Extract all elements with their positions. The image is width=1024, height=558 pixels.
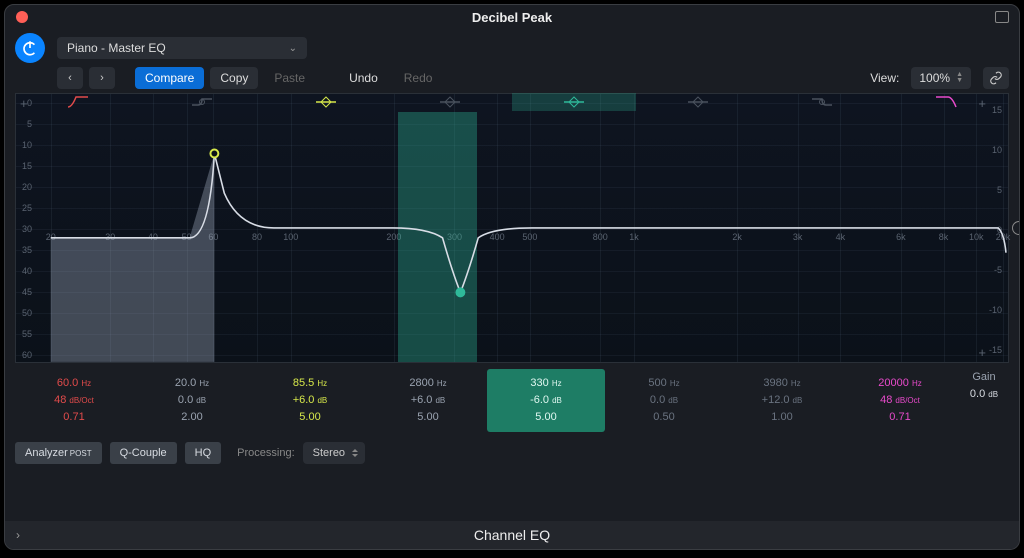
band-params-row: 60.0 Hz48 dB/Oct0.7120.0 Hz0.0 dB2.0085.… — [15, 369, 1009, 432]
zoom-selector[interactable]: 100% ▲▼ — [911, 67, 971, 89]
link-icon — [989, 71, 1003, 85]
link-button[interactable] — [983, 67, 1009, 89]
plugin-title: Channel EQ — [31, 527, 993, 543]
undo-button[interactable]: Undo — [339, 67, 388, 89]
view-label: View: — [870, 71, 899, 85]
footer: › Channel EQ — [5, 521, 1019, 549]
power-button[interactable] — [15, 33, 45, 63]
processing-dropdown[interactable]: Stereo — [303, 442, 365, 464]
band-params-col[interactable]: 20.0 Hz0.0 dB2.00 — [133, 369, 251, 432]
zoom-value: 100% — [919, 71, 950, 85]
copy-button[interactable]: Copy — [210, 67, 258, 89]
next-preset-button[interactable]: › — [89, 67, 115, 89]
analyzer-button[interactable]: AnalyzerPOST — [15, 442, 102, 464]
window-title: Decibel Peak — [5, 10, 1019, 25]
eq-graph[interactable]: + + + 051015202530354045505560 151050-5-… — [15, 93, 1009, 363]
band-params-col[interactable]: 20000 Hz48 dB/Oct0.71 — [841, 369, 959, 432]
preset-name: Piano - Master EQ — [67, 41, 166, 55]
preset-selector[interactable]: Piano - Master EQ ⌄ — [57, 37, 307, 59]
maximize-icon[interactable] — [995, 11, 1009, 23]
band-params-col[interactable]: 500 Hz0.0 dB0.50 — [605, 369, 723, 432]
bottom-options-bar: AnalyzerPOST Q-Couple HQ Processing: Ste… — [15, 442, 1009, 464]
band-params-col[interactable]: 3980 Hz+12.0 dB1.00 — [723, 369, 841, 432]
band-params-col[interactable]: 330 Hz-6.0 dB5.00 — [487, 369, 605, 432]
paste-button[interactable]: Paste — [264, 67, 315, 89]
toolbar: Piano - Master EQ ⌄ ‹ › Compare Copy Pas… — [5, 29, 1019, 93]
output-gain-knob[interactable] — [1012, 221, 1020, 235]
plugin-window: Decibel Peak Piano - Master EQ ⌄ ‹ › Com… — [4, 4, 1020, 550]
chevron-down-icon: ⌄ — [289, 43, 297, 54]
eq-curve — [16, 94, 1008, 362]
power-icon — [21, 39, 39, 57]
compare-button[interactable]: Compare — [135, 67, 204, 89]
band-params-col[interactable]: 60.0 Hz48 dB/Oct0.71 — [15, 369, 133, 432]
band-params-col[interactable]: 85.5 Hz+6.0 dB5.00 — [251, 369, 369, 432]
hq-button[interactable]: HQ — [185, 442, 222, 464]
redo-button[interactable]: Redo — [394, 67, 443, 89]
zoom-stepper-icon: ▲▼ — [956, 72, 963, 84]
expand-chevron-icon[interactable]: › — [5, 528, 31, 542]
titlebar: Decibel Peak — [5, 5, 1019, 29]
master-gain-col[interactable]: Gain0.0 dB — [959, 369, 1009, 432]
band-params-col[interactable]: 2800 Hz+6.0 dB5.00 — [369, 369, 487, 432]
q-couple-button[interactable]: Q-Couple — [110, 442, 177, 464]
processing-label: Processing: — [237, 447, 294, 459]
prev-preset-button[interactable]: ‹ — [57, 67, 83, 89]
